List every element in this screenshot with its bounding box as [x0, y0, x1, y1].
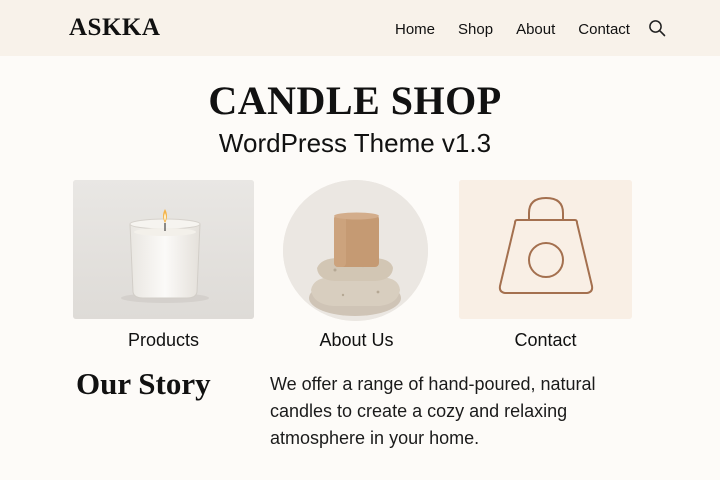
about-us-label[interactable]: About Us	[283, 330, 430, 351]
products-card[interactable]: Products	[73, 180, 254, 350]
page-title: CANDLE SHOP	[208, 78, 502, 123]
story-heading: Our Story	[76, 366, 211, 401]
main-nav: Home Shop About Contact	[395, 20, 666, 38]
candle-jar-image[interactable]	[73, 180, 254, 319]
about-us-card[interactable]: About Us	[283, 180, 430, 350]
site-header: ASKKA Home Shop About Contact	[0, 0, 720, 56]
story-text: We offer a range of hand-poured, natural…	[270, 374, 596, 448]
nav-contact-link[interactable]: Contact	[578, 21, 630, 38]
site-logo[interactable]: ASKKA	[69, 14, 160, 42]
contact-card[interactable]: Contact	[459, 180, 632, 350]
nav-home-link[interactable]: Home	[395, 21, 435, 38]
products-label[interactable]: Products	[73, 330, 254, 351]
search-icon[interactable]	[648, 19, 666, 37]
nav-about-link[interactable]: About	[516, 21, 555, 38]
page-subtitle: WordPress Theme v1.3	[218, 128, 492, 158]
nav-shop-link[interactable]: Shop	[458, 21, 493, 38]
pillar-candle-on-stones-image[interactable]	[283, 180, 428, 321]
contact-label[interactable]: Contact	[459, 330, 632, 351]
shopping-bag-icon[interactable]	[459, 180, 632, 319]
